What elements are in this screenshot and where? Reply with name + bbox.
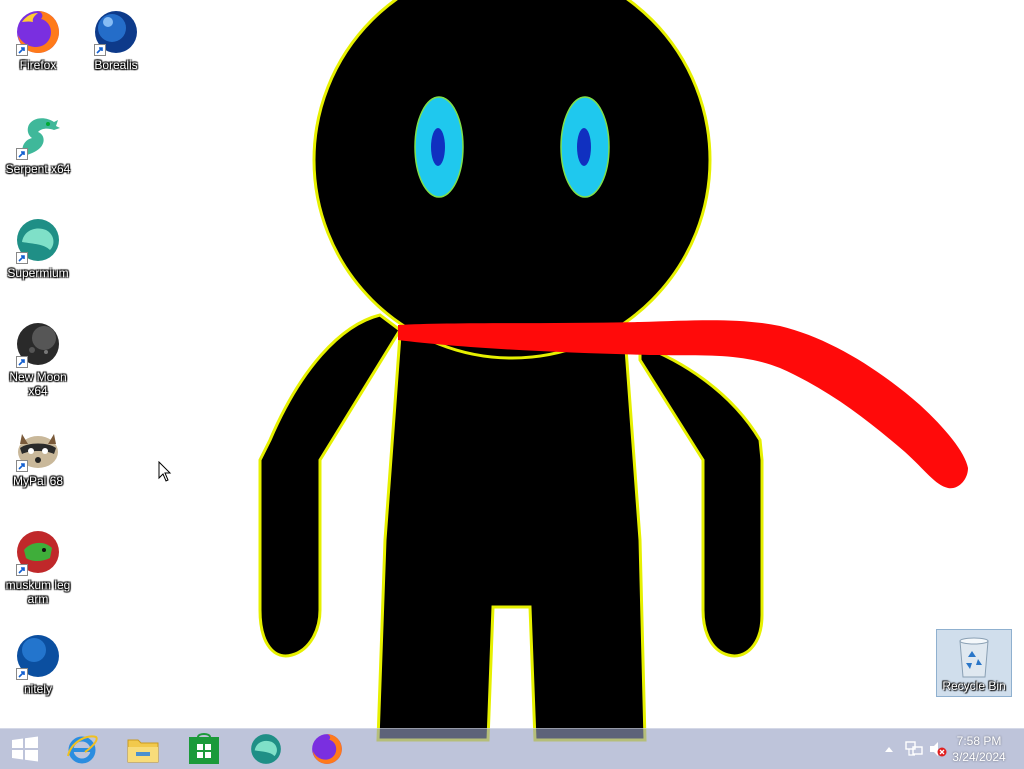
taskbar-store[interactable] [174, 729, 234, 769]
desktop-icon-firefox[interactable]: Firefox [0, 8, 76, 72]
wallpaper-right-pupil [577, 128, 591, 166]
network-icon [905, 741, 923, 756]
desktop-icon-serpent[interactable]: Serpent x64 [0, 112, 76, 176]
taskbar-internet-explorer[interactable] [52, 729, 112, 769]
desktop-icon-label: Borealis [94, 58, 138, 72]
desktop-icon-label: muskum leg arm [5, 578, 71, 606]
start-button[interactable] [0, 729, 50, 769]
wallpaper-head [312, 0, 712, 360]
taskbar-supermium[interactable] [236, 729, 296, 769]
desktop-icon-label: nitely [23, 682, 52, 696]
desktop-icon-label: New Moon x64 [9, 370, 67, 398]
taskbar-clock[interactable]: 7:58 PM 3/24/2024 [944, 733, 1014, 765]
mouse-cursor-icon [158, 461, 172, 482]
show-hidden-icons-icon [885, 747, 893, 752]
clock-time: 7:58 PM [956, 734, 1002, 748]
desktop-icon-label: MyPal 68 [12, 474, 64, 488]
wallpaper-body [376, 333, 647, 742]
recycle-bin-icon [959, 637, 989, 678]
desktop-icon-label: Firefox [19, 58, 57, 72]
shortcut-arrow-icon [94, 44, 106, 56]
taskbar-file-explorer[interactable] [113, 729, 173, 769]
desktop-wallpaper [258, 0, 968, 742]
shortcut-arrow-icon [16, 356, 28, 368]
shortcut-arrow-icon [16, 668, 28, 680]
shortcut-arrow-icon [16, 44, 28, 56]
network-tray-button[interactable] [905, 740, 923, 758]
shortcut-arrow-icon [16, 148, 28, 160]
desktop-icon-new-moon[interactable]: New Moon x64 [0, 320, 76, 398]
shortcut-arrow-icon [16, 252, 28, 264]
desktop-icon-recycle-bin[interactable]: Recycle Bin [936, 629, 1012, 697]
recycle-bin-label: Recycle Bin [942, 679, 1006, 693]
supermium-icon [251, 734, 281, 764]
desktop-icon-borealis[interactable]: Borealis [78, 8, 154, 72]
file-explorer-icon [127, 739, 159, 763]
clock-date: 3/24/2024 [952, 750, 1006, 764]
shortcut-arrow-icon [16, 460, 28, 472]
shortcut-arrow-icon [16, 564, 28, 576]
wallpaper-left-arm [258, 313, 402, 658]
desktop-icon-nitely[interactable]: nitely [0, 632, 76, 696]
desktop-icon-label: Supermium [7, 266, 69, 280]
store-icon [189, 733, 219, 764]
wallpaper-right-arm [638, 342, 764, 658]
windows-start-icon [12, 736, 38, 762]
internet-explorer-icon [67, 735, 98, 764]
wallpaper-left-pupil [431, 128, 445, 166]
firefox-icon [312, 734, 342, 764]
show-hidden-icons-button[interactable] [880, 740, 898, 758]
desktop-icon-supermium[interactable]: Supermium [0, 216, 76, 280]
taskbar: 7:58 PM 3/24/2024 [0, 728, 1024, 769]
desktop-icon-label: Serpent x64 [5, 162, 71, 176]
desktop-icon-mypal[interactable]: MyPal 68 [0, 424, 76, 488]
desktop-icon-muskum[interactable]: muskum leg arm [0, 528, 76, 606]
taskbar-firefox[interactable] [297, 729, 357, 769]
